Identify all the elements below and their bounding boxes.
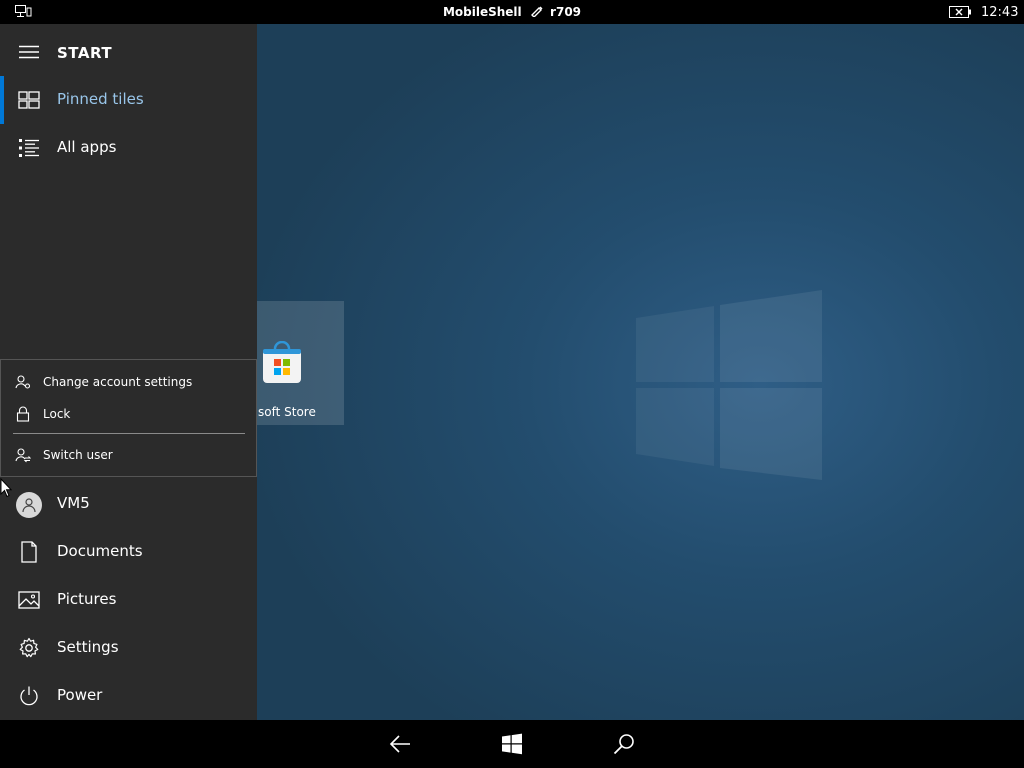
nav-label: All apps [57, 138, 117, 156]
user-account-button[interactable]: VM5 [0, 480, 257, 528]
clock: 12:43 [981, 5, 1019, 20]
start-title: START [57, 44, 113, 62]
nav-settings[interactable]: Settings [0, 624, 257, 672]
store-icon [263, 341, 301, 383]
lock-item[interactable]: Lock [1, 399, 256, 429]
nav-label: Documents [57, 542, 143, 560]
gear-icon [19, 637, 39, 658]
back-arrow-icon[interactable] [388, 732, 412, 756]
nav-pinned-tiles[interactable]: Pinned tiles [0, 76, 257, 124]
fly-label: Lock [43, 407, 71, 421]
switch-user-icon [15, 448, 31, 463]
nav-power[interactable]: Power [0, 672, 257, 720]
status-title: MobileShell r709 [0, 5, 1024, 19]
flyout-divider [13, 433, 245, 434]
navigation-bar [0, 720, 1024, 768]
battery-icon [949, 6, 971, 18]
pictures-icon [18, 591, 40, 609]
start-pane: START Pinned tiles All apps Change accou… [0, 24, 257, 720]
app-title: MobileShell [442, 5, 522, 19]
windows-logo-watermark [636, 290, 822, 480]
hamburger-menu-icon[interactable] [18, 44, 40, 60]
mouse-cursor-icon [0, 478, 12, 498]
active-indicator [0, 76, 4, 124]
lock-icon [16, 406, 30, 422]
status-bar: MobileShell r709 12:43 [0, 0, 1024, 24]
switch-user-item[interactable]: Switch user [1, 440, 256, 470]
tile-label: soft Store [258, 405, 316, 419]
change-account-settings-item[interactable]: Change account settings [1, 367, 256, 397]
search-icon[interactable] [612, 732, 636, 756]
document-icon [21, 541, 37, 563]
build-label: r709 [550, 5, 582, 19]
pen-icon [530, 6, 543, 17]
account-settings-icon [15, 375, 31, 389]
tiles-icon [18, 91, 40, 109]
nav-label: Pinned tiles [57, 90, 144, 108]
nav-label: Power [57, 686, 103, 704]
account-flyout: Change account settings Lock Switch user [0, 359, 257, 477]
fly-label: Change account settings [43, 375, 193, 389]
list-icon [19, 139, 39, 157]
nav-pictures[interactable]: Pictures [0, 576, 257, 624]
nav-label: Pictures [57, 590, 117, 608]
avatar-icon [16, 492, 42, 518]
nav-label: Settings [57, 638, 119, 656]
user-name: VM5 [57, 494, 90, 512]
nav-documents[interactable]: Documents [0, 528, 257, 576]
windows-start-icon[interactable] [500, 732, 524, 756]
power-icon [20, 686, 38, 706]
nav-all-apps[interactable]: All apps [0, 124, 257, 172]
tile-microsoft-store[interactable]: soft Store [256, 301, 344, 425]
fly-label: Switch user [43, 448, 113, 462]
